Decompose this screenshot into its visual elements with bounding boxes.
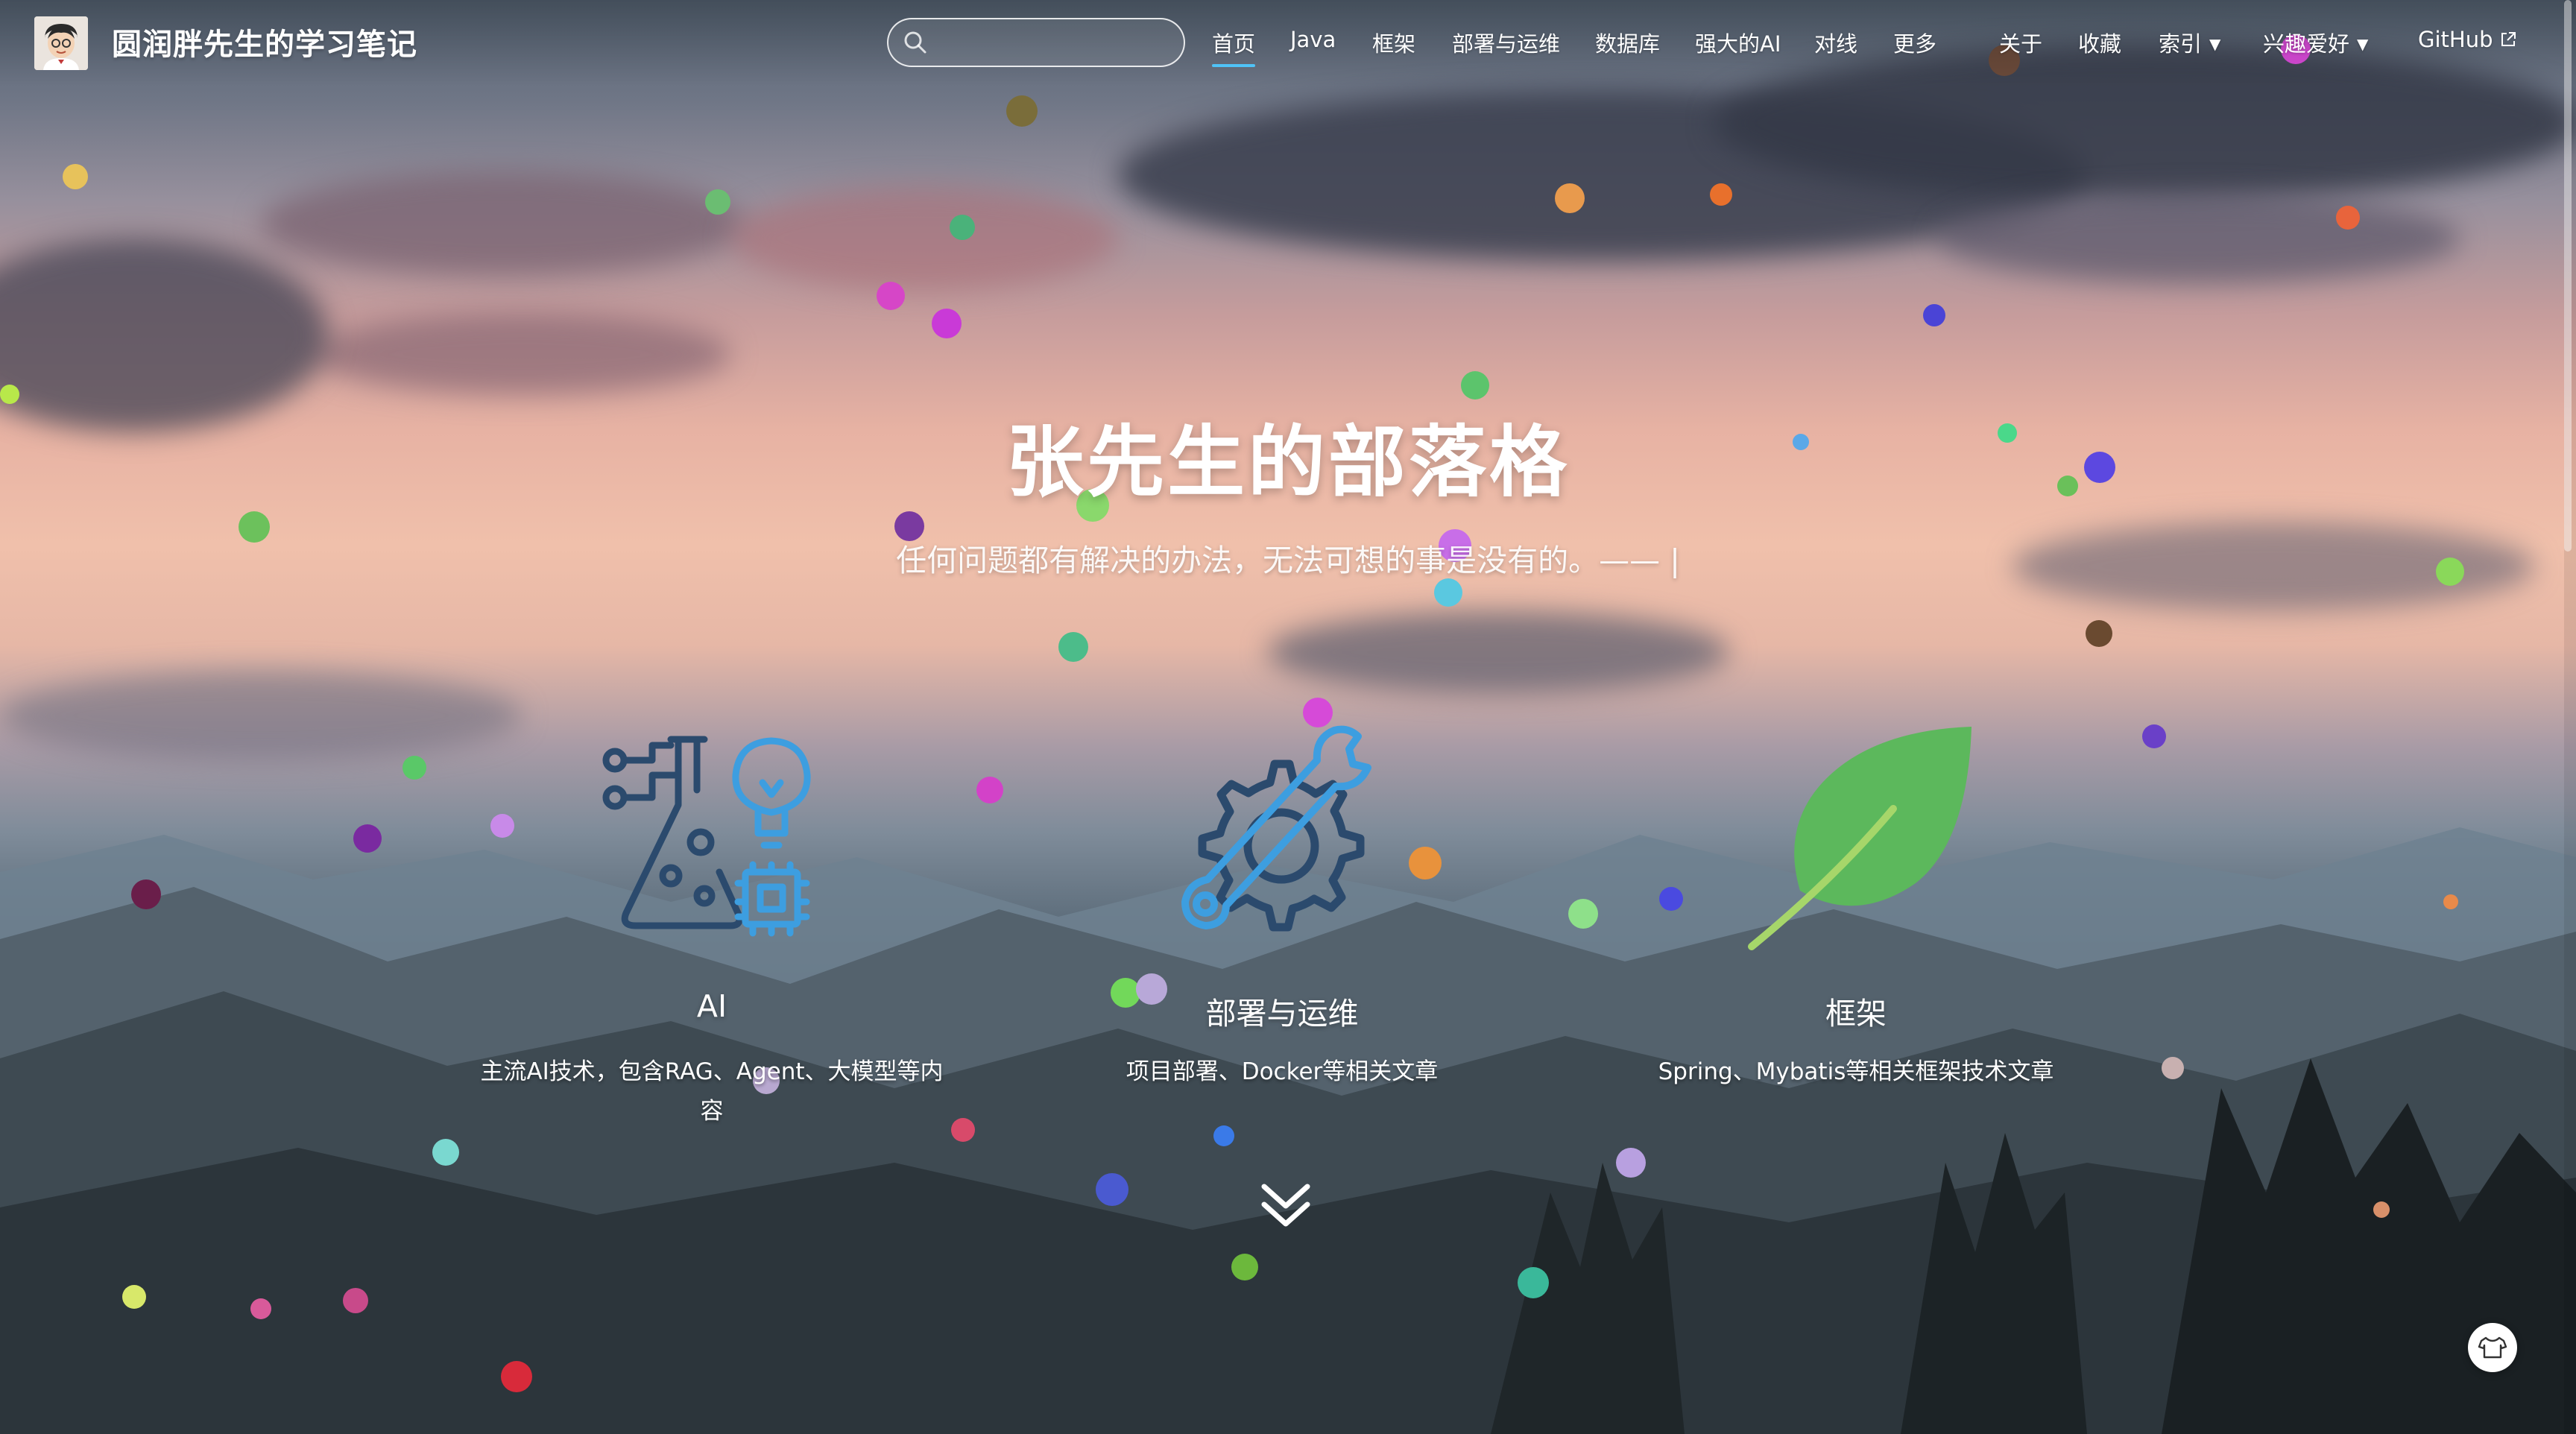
theme-shirt-button[interactable] — [2468, 1323, 2517, 1372]
caret-down-icon: ▼ — [2209, 35, 2221, 53]
feature-desc-deploy: 项目部署、Docker等相关文章 — [1126, 1058, 1439, 1085]
nav-about[interactable]: 关于 — [1999, 27, 2042, 58]
nav-hobbies-dropdown[interactable]: 兴趣爱好 ▼ — [2263, 27, 2368, 58]
navbar: 圆润胖先生的学习笔记 首页 Java 框架 部署与运维 数据库 强大的AI 对线… — [0, 0, 2576, 86]
feature-title-framework: 框架 — [1825, 996, 1887, 1032]
nav-framework[interactable]: 框架 — [1372, 27, 1415, 58]
nav-deploy-ops[interactable]: 部署与运维 — [1452, 27, 1560, 58]
nav-home[interactable]: 首页 — [1212, 27, 1256, 67]
site-avatar[interactable] — [34, 16, 88, 70]
caret-down-icon: ▼ — [2357, 35, 2369, 53]
nav-ai[interactable]: 强大的AI — [1695, 27, 1781, 58]
nav-index-label: 索引 — [2159, 31, 2203, 57]
hero-subtitle: 任何问题都有解决的办法，无法可想的事是没有的。—— | — [896, 543, 1680, 578]
external-link-icon — [2501, 32, 2516, 46]
shirt-icon — [2478, 1336, 2507, 1359]
feature-title-ai: AI — [696, 988, 727, 1024]
scroll-down-icon[interactable] — [1258, 1179, 1313, 1234]
feature-desc-ai: 主流AI技术，包含RAG、Agent、大模型等内容 — [480, 1058, 944, 1125]
hero-title: 张先生的部落格 — [1006, 417, 1570, 508]
nav-github[interactable]: GitHub — [2418, 27, 2517, 52]
nav-more[interactable]: 更多 — [1893, 27, 1936, 58]
nav-favorites[interactable]: 收藏 — [2078, 27, 2121, 58]
nav-index-dropdown[interactable]: 索引 ▼ — [2159, 27, 2220, 58]
leaf-icon[interactable] — [1748, 727, 1972, 950]
nav-debate[interactable]: 对线 — [1814, 27, 1857, 58]
site-title[interactable]: 圆润胖先生的学习笔记 — [112, 20, 417, 63]
feature-desc-framework: Spring、Mybatis等相关框架技术文章 — [1658, 1058, 2054, 1085]
search-icon — [904, 31, 926, 54]
page: 圆润胖先生的学习笔记 首页 Java 框架 部署与运维 数据库 强大的AI 对线… — [0, 0, 2576, 1434]
nav-database[interactable]: 数据库 — [1595, 27, 1660, 58]
ai-lab-icon[interactable] — [600, 730, 824, 954]
nav-github-label: GitHub — [2418, 27, 2493, 52]
page-scrollbar[interactable] — [2564, 0, 2576, 1434]
gear-wrench-icon[interactable] — [1181, 725, 1371, 932]
nav-java[interactable]: Java — [1290, 27, 1336, 52]
scrollbar-thumb[interactable] — [2564, 0, 2572, 552]
search-input[interactable] — [887, 18, 1185, 67]
feature-title-deploy: 部署与运维 — [1205, 996, 1359, 1032]
nav-hobbies-label: 兴趣爱好 — [2263, 31, 2350, 57]
